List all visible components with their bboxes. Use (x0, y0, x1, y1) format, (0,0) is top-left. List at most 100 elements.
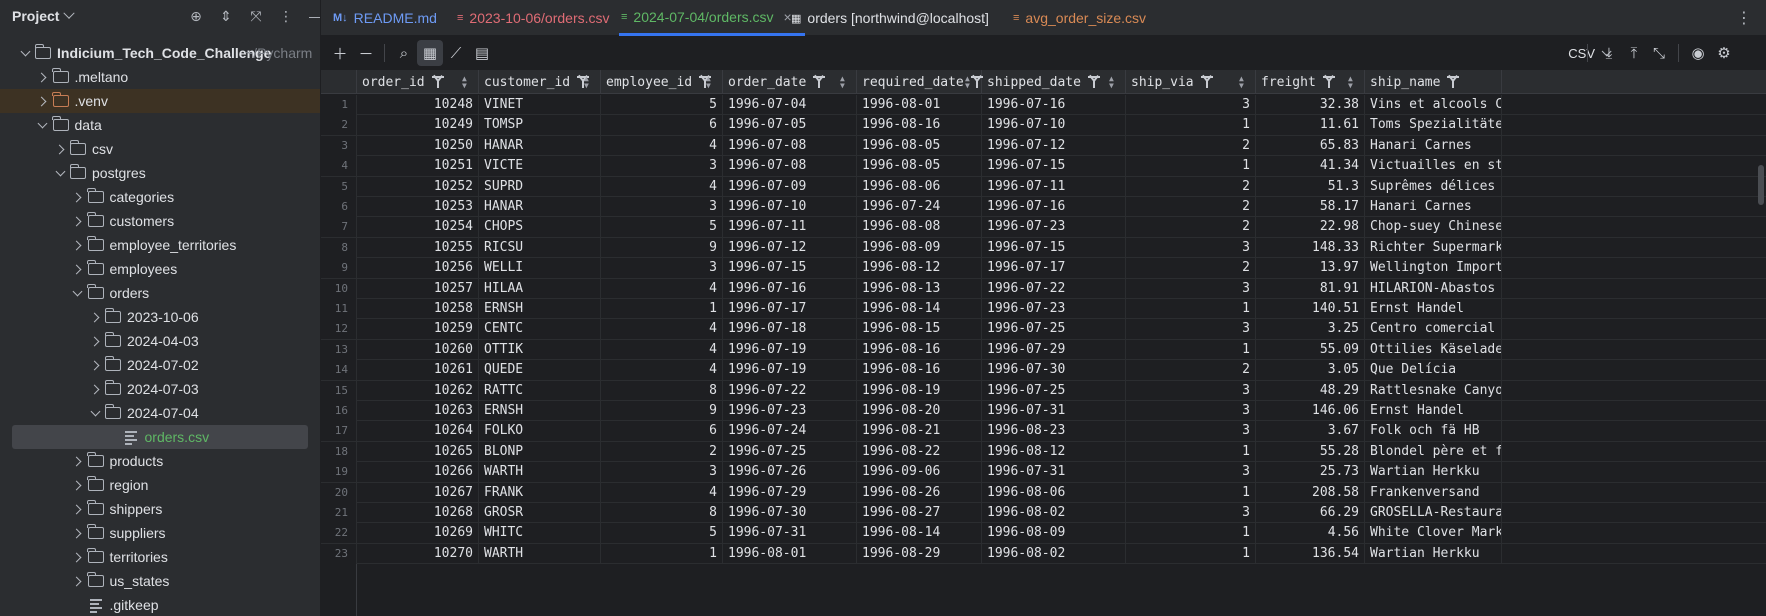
table-cell[interactable]: 1996-07-08 (723, 156, 857, 177)
table-cell[interactable]: 2 (1126, 217, 1256, 238)
table-cell[interactable]: 10261 (357, 360, 479, 381)
table-cell[interactable]: 13.97 (1256, 258, 1365, 279)
table-cell[interactable]: 1996-08-20 (857, 401, 982, 421)
chevron-right-icon[interactable] (71, 478, 85, 492)
editor-tab[interactable]: ▦ orders [northwind@localhost] (789, 0, 999, 36)
table-cell[interactable]: 1996-07-15 (723, 258, 857, 279)
table-cell[interactable]: 10262 (357, 380, 479, 401)
table-cell[interactable]: 1996-08-09 (982, 523, 1126, 544)
tree-folder-item[interactable]: 2024-07-04 (0, 401, 320, 425)
chevron-down-icon[interactable] (53, 166, 67, 180)
hide-panel-icon[interactable]: — (304, 4, 320, 28)
table-row[interactable]: 11 10258 ERNSH 1 1996-07-17 1996-08-14 1996-07… (321, 299, 1766, 320)
table-cell[interactable]: 1996-08-14 (857, 523, 982, 544)
table-cell[interactable]: Ernst Handel (1365, 299, 1502, 319)
table-cell[interactable]: 1996-08-01 (723, 543, 857, 564)
chevron-right-icon[interactable] (36, 94, 50, 108)
table-row[interactable]: 22 10269 WHITC 5 1996-07-31 1996-08-14 1996-08… (321, 523, 1766, 544)
upload-icon[interactable]: ⤒ (1621, 40, 1647, 66)
table-cell[interactable]: 1996-09-06 (857, 462, 982, 483)
table-cell[interactable]: 8 (601, 503, 723, 523)
table-cell[interactable]: 3.25 (1256, 319, 1365, 340)
tree-folder-item[interactable]: 2024-07-02 (0, 353, 320, 377)
table-cell[interactable]: 2 (1126, 135, 1256, 156)
table-cell[interactable]: 1996-07-22 (982, 278, 1126, 299)
table-cell[interactable]: 3 (1126, 319, 1256, 340)
table-cell[interactable]: VINET (479, 95, 601, 115)
table-cell[interactable]: 41.34 (1256, 156, 1365, 177)
table-cell[interactable]: Chop-suey Chinese (1365, 217, 1502, 238)
table-cell[interactable]: 51.3 (1256, 176, 1365, 197)
table-cell[interactable]: 1 (1126, 156, 1256, 177)
editor-tab[interactable]: ≡ avg_order_size.csv (1011, 0, 1161, 36)
column-header[interactable]: required_date ▲ ▼ (857, 70, 983, 94)
tree-folder-item[interactable]: 2024-07-03 (0, 377, 320, 401)
table-cell[interactable]: 3 (1126, 401, 1256, 421)
table-cell[interactable]: 10265 (357, 441, 479, 462)
table-cell[interactable]: ERNSH (479, 401, 601, 421)
table-cell[interactable]: Vins et alcools Chevalier (1365, 95, 1502, 115)
chevron-right-icon[interactable] (36, 70, 50, 84)
expand-all-icon[interactable]: ⇕ (214, 4, 238, 28)
table-cell[interactable]: 1996-08-01 (857, 95, 982, 115)
table-cell[interactable]: 146.06 (1256, 401, 1365, 421)
table-row[interactable]: 23 10270 WARTH 1 1996-08-01 1996-08-29 1996-08… (321, 543, 1766, 565)
column-header[interactable]: order_date ▲ ▼ (723, 70, 857, 94)
table-cell[interactable]: 1996-08-12 (857, 258, 982, 279)
table-cell[interactable]: 1996-07-24 (723, 421, 857, 442)
chevron-right-icon[interactable] (71, 262, 85, 276)
table-row[interactable]: 4 10251 VICTE 3 1996-07-08 1996-08-05 1996-07-… (321, 156, 1766, 177)
table-cell[interactable]: 2 (601, 441, 723, 462)
chevron-right-icon[interactable] (71, 502, 85, 516)
table-cell[interactable]: 3 (601, 258, 723, 279)
table-cell[interactable]: 10255 (357, 237, 479, 258)
tree-folder-item[interactable]: csv (0, 137, 320, 161)
table-cell[interactable]: 1996-07-17 (723, 299, 857, 319)
table-cell[interactable]: 1996-07-15 (982, 156, 1126, 177)
table-cell[interactable]: 58.17 (1256, 197, 1365, 217)
filter-icon[interactable] (1447, 75, 1459, 88)
table-cell[interactable]: 1996-07-23 (982, 217, 1126, 238)
tree-folder-item[interactable]: employees (0, 257, 320, 281)
tree-folder-item[interactable]: products (0, 449, 320, 473)
table-cell[interactable]: 10254 (357, 217, 479, 238)
table-cell[interactable]: 1 (1126, 441, 1256, 462)
chevron-right-icon[interactable] (71, 574, 85, 588)
table-cell[interactable]: 3 (601, 462, 723, 483)
table-cell[interactable]: 2 (1126, 258, 1256, 279)
table-cell[interactable]: 32.38 (1256, 95, 1365, 115)
table-cell[interactable]: 1996-07-04 (723, 95, 857, 115)
sort-icon[interactable]: ▲ ▼ (1109, 75, 1117, 90)
table-cell[interactable]: 3 (601, 197, 723, 217)
table-cell[interactable]: 3 (601, 156, 723, 177)
tree-folder-item[interactable]: .venv (0, 89, 320, 113)
table-cell[interactable]: 10266 (357, 462, 479, 483)
table-cell[interactable]: 4 (601, 339, 723, 360)
sort-icon[interactable]: ▲ ▼ (1348, 75, 1356, 90)
tree-folder-item[interactable]: customers (0, 209, 320, 233)
sort-icon[interactable]: ▲ ▼ (965, 75, 973, 90)
table-cell[interactable]: 66.29 (1256, 503, 1365, 523)
table-cell[interactable]: 25.73 (1256, 462, 1365, 483)
table-cell[interactable]: 1996-08-29 (857, 543, 982, 564)
table-cell[interactable]: 1996-08-06 (982, 482, 1126, 503)
table-cell[interactable]: 5 (601, 217, 723, 238)
table-cell[interactable]: Rattlesnake Canyon Grocery (1365, 380, 1502, 401)
table-cell[interactable]: QUEDE (479, 360, 601, 381)
table-cell[interactable]: GROSELLA-Restaurante (1365, 503, 1502, 523)
chevron-right-icon[interactable] (53, 142, 67, 156)
table-cell[interactable]: WARTH (479, 462, 601, 483)
table-cell[interactable]: Hanari Carnes (1365, 197, 1502, 217)
table-cell[interactable]: 1996-07-23 (982, 299, 1126, 319)
search-icon[interactable]: ⌕ (391, 40, 417, 66)
table-cell[interactable]: FOLKO (479, 421, 601, 442)
table-cell[interactable]: CHOPS (479, 217, 601, 238)
table-cell[interactable]: RICSU (479, 237, 601, 258)
table-cell[interactable]: 1 (1126, 299, 1256, 319)
table-cell[interactable]: 10253 (357, 197, 479, 217)
table-cell[interactable]: 9 (601, 237, 723, 258)
table-cell[interactable]: 1996-07-29 (723, 482, 857, 503)
table-cell[interactable]: 1996-08-05 (857, 135, 982, 156)
table-cell[interactable]: 1996-07-31 (982, 401, 1126, 421)
sort-icon[interactable]: ▲ ▼ (1239, 75, 1247, 90)
